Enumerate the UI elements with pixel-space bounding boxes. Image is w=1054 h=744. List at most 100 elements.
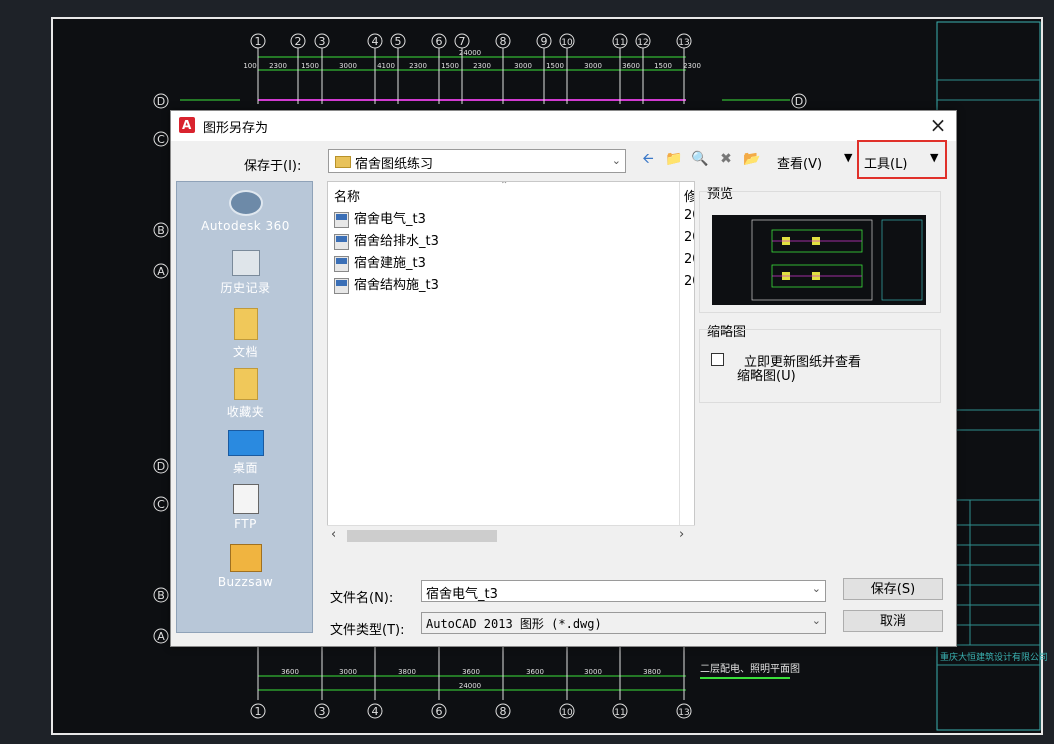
svg-text:2300: 2300	[269, 62, 287, 70]
svg-text:B: B	[157, 589, 165, 602]
autocad-logo-icon: A	[179, 117, 195, 133]
svg-text:3: 3	[319, 705, 326, 718]
svg-text:D: D	[795, 95, 803, 108]
filename-label: 文件名(N):	[330, 591, 394, 606]
filetype-dropdown[interactable]: AutoCAD 2013 图形 (*.dwg) ⌄	[421, 612, 826, 634]
dialog-titlebar[interactable]: A 图形另存为 ×	[171, 111, 956, 141]
save-as-dialog: A 图形另存为 × 保存于(I): 宿舍图纸练习 ⌄ 🡨 📁 🔍 ✖ 📂 查看(…	[170, 110, 957, 647]
column-header-modified[interactable]: 修	[684, 186, 694, 205]
place-history[interactable]: 历史记录	[177, 250, 314, 296]
cloud-icon	[228, 190, 263, 216]
file-row[interactable]: 宿舍建施_t3	[334, 252, 426, 272]
save-in-label: 保存于(I):	[244, 159, 302, 174]
update-thumbnail-label-line2: 缩略图(U)	[737, 369, 796, 384]
filetype-value: AutoCAD 2013 图形 (*.dwg)	[426, 617, 602, 631]
svg-text:3000: 3000	[584, 668, 602, 676]
place-label: FTP	[234, 517, 257, 531]
place-label: Autodesk 360	[201, 219, 290, 233]
svg-text:A: A	[157, 630, 165, 643]
preview-thumbnail	[712, 215, 926, 305]
file-modified: 20	[684, 230, 694, 245]
desktop-icon	[227, 430, 264, 456]
svg-text:11: 11	[614, 38, 625, 48]
file-modified: 20	[684, 252, 694, 267]
filename-input[interactable]: 宿舍电气_t3 ⌄	[421, 580, 826, 602]
svg-text:1500: 1500	[301, 62, 319, 70]
svg-text:5: 5	[395, 35, 402, 48]
scroll-right-icon[interactable]: ›	[679, 527, 684, 542]
update-thumbnail-checkbox[interactable]	[711, 353, 724, 366]
tools-dropdown-arrow-icon[interactable]: ▼	[930, 151, 938, 164]
horizontal-scrollbar[interactable]: ‹ ›	[327, 525, 695, 546]
chevron-down-icon: ⌄	[811, 582, 821, 595]
history-icon	[231, 250, 260, 276]
svg-text:11: 11	[614, 708, 625, 718]
tools-menu[interactable]: 工具(L)	[864, 153, 907, 172]
filetype-label: 文件类型(T):	[330, 623, 405, 638]
up-folder-icon[interactable]: 📁	[665, 151, 683, 167]
place-documents[interactable]: 文档	[177, 308, 314, 360]
place-buzzsaw[interactable]: Buzzsaw	[177, 544, 314, 589]
column-header-name[interactable]: 名称	[334, 186, 360, 205]
file-modified: 20	[684, 274, 694, 289]
dwg-file-icon	[334, 255, 349, 272]
file-list[interactable]: 名称 ⌃ 修 宿舍电气_t3 宿舍给排水_t3 宿舍建施_t3 宿舍结构施_t3…	[327, 181, 695, 545]
save-in-value: 宿舍图纸练习	[355, 157, 434, 172]
folder-icon	[335, 156, 351, 168]
place-label: 收藏夹	[226, 405, 265, 419]
new-folder-icon[interactable]: 📂	[743, 151, 761, 167]
place-ftp[interactable]: FTP	[177, 484, 314, 531]
svg-text:100: 100	[243, 62, 256, 70]
place-favorites[interactable]: 收藏夹	[177, 368, 314, 420]
svg-text:13: 13	[678, 708, 689, 718]
svg-text:13: 13	[678, 38, 689, 48]
svg-text:9: 9	[541, 35, 548, 48]
search-web-icon[interactable]: 🔍	[691, 151, 709, 167]
svg-text:4: 4	[372, 705, 379, 718]
svg-text:7: 7	[459, 35, 466, 48]
file-row[interactable]: 宿舍给排水_t3	[334, 230, 439, 250]
svg-text:1500: 1500	[546, 62, 564, 70]
save-in-dropdown[interactable]: 宿舍图纸练习 ⌄	[328, 149, 626, 173]
dwg-file-icon	[334, 233, 349, 250]
back-icon[interactable]: 🡨	[639, 151, 657, 167]
svg-text:2300: 2300	[409, 62, 427, 70]
view-dropdown-arrow-icon[interactable]: ▼	[844, 151, 852, 164]
svg-text:3000: 3000	[514, 62, 532, 70]
place-label: Buzzsaw	[217, 575, 274, 589]
svg-text:10: 10	[561, 708, 573, 718]
svg-text:C: C	[157, 498, 165, 511]
places-bar: Autodesk 360 历史记录 文档 收藏夹 桌面 FTP Buzzsaw	[176, 181, 313, 633]
place-label: 历史记录	[220, 281, 271, 295]
svg-text:3600: 3600	[526, 668, 544, 676]
svg-text:D: D	[157, 95, 165, 108]
svg-text:10: 10	[561, 38, 573, 48]
scrollbar-thumb[interactable]	[347, 530, 497, 542]
svg-text:3800: 3800	[398, 668, 416, 676]
file-row[interactable]: 宿舍结构施_t3	[334, 274, 439, 294]
svg-text:2300: 2300	[683, 62, 701, 70]
sort-arrow-icon: ⌃	[500, 181, 509, 191]
save-button[interactable]: 保存(S)	[843, 578, 943, 600]
scroll-left-icon[interactable]: ‹	[331, 527, 336, 542]
file-row[interactable]: 宿舍电气_t3	[334, 208, 426, 228]
svg-text:A: A	[157, 265, 165, 278]
svg-text:8: 8	[500, 35, 507, 48]
top-total-dim: 24000	[459, 49, 481, 57]
view-menu[interactable]: 查看(V)	[777, 153, 822, 172]
svg-text:12: 12	[637, 38, 648, 48]
documents-icon	[233, 308, 258, 340]
close-button[interactable]: ×	[926, 114, 950, 138]
svg-text:3600: 3600	[622, 62, 640, 70]
cancel-button[interactable]: 取消	[843, 610, 943, 632]
svg-text:1500: 1500	[654, 62, 672, 70]
place-desktop[interactable]: 桌面	[177, 430, 314, 476]
place-label: 文档	[232, 345, 258, 359]
delete-icon[interactable]: ✖	[717, 151, 735, 167]
chevron-down-icon: ⌄	[611, 154, 621, 167]
place-autodesk-360[interactable]: Autodesk 360	[177, 190, 314, 233]
file-name: 宿舍建施_t3	[354, 256, 426, 271]
svg-text:3000: 3000	[584, 62, 602, 70]
file-name: 宿舍结构施_t3	[354, 278, 439, 293]
svg-text:3000: 3000	[339, 62, 357, 70]
